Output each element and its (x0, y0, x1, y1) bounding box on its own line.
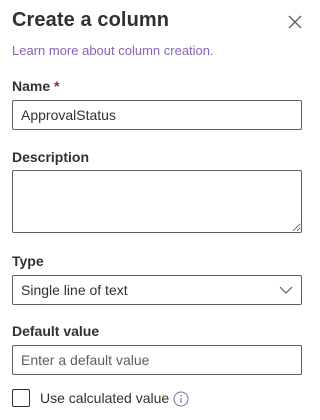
name-label-text: Name (12, 78, 51, 94)
chevron-down-icon (279, 286, 293, 294)
learn-more-link[interactable]: Learn more about column creation. (12, 43, 214, 58)
description-textarea[interactable] (12, 170, 302, 233)
type-selected-value: Single line of text (21, 282, 128, 298)
create-column-panel: Create a column Learn more about column … (0, 0, 319, 420)
calculated-value-checkbox[interactable] (12, 389, 30, 407)
info-icon[interactable] (173, 391, 189, 407)
name-label: Name * (12, 78, 59, 94)
description-label: Description (12, 149, 90, 165)
close-icon (288, 15, 302, 29)
default-value-label: Default value (12, 323, 100, 339)
close-button[interactable] (286, 13, 304, 31)
name-input[interactable] (12, 100, 302, 130)
required-asterisk: * (54, 78, 60, 94)
panel-title: Create a column (12, 9, 170, 31)
type-dropdown[interactable]: Single line of text (12, 275, 302, 305)
default-value-input[interactable] (12, 345, 302, 375)
type-label: Type (12, 253, 44, 269)
calculated-value-label: Use calculated value (40, 390, 170, 406)
